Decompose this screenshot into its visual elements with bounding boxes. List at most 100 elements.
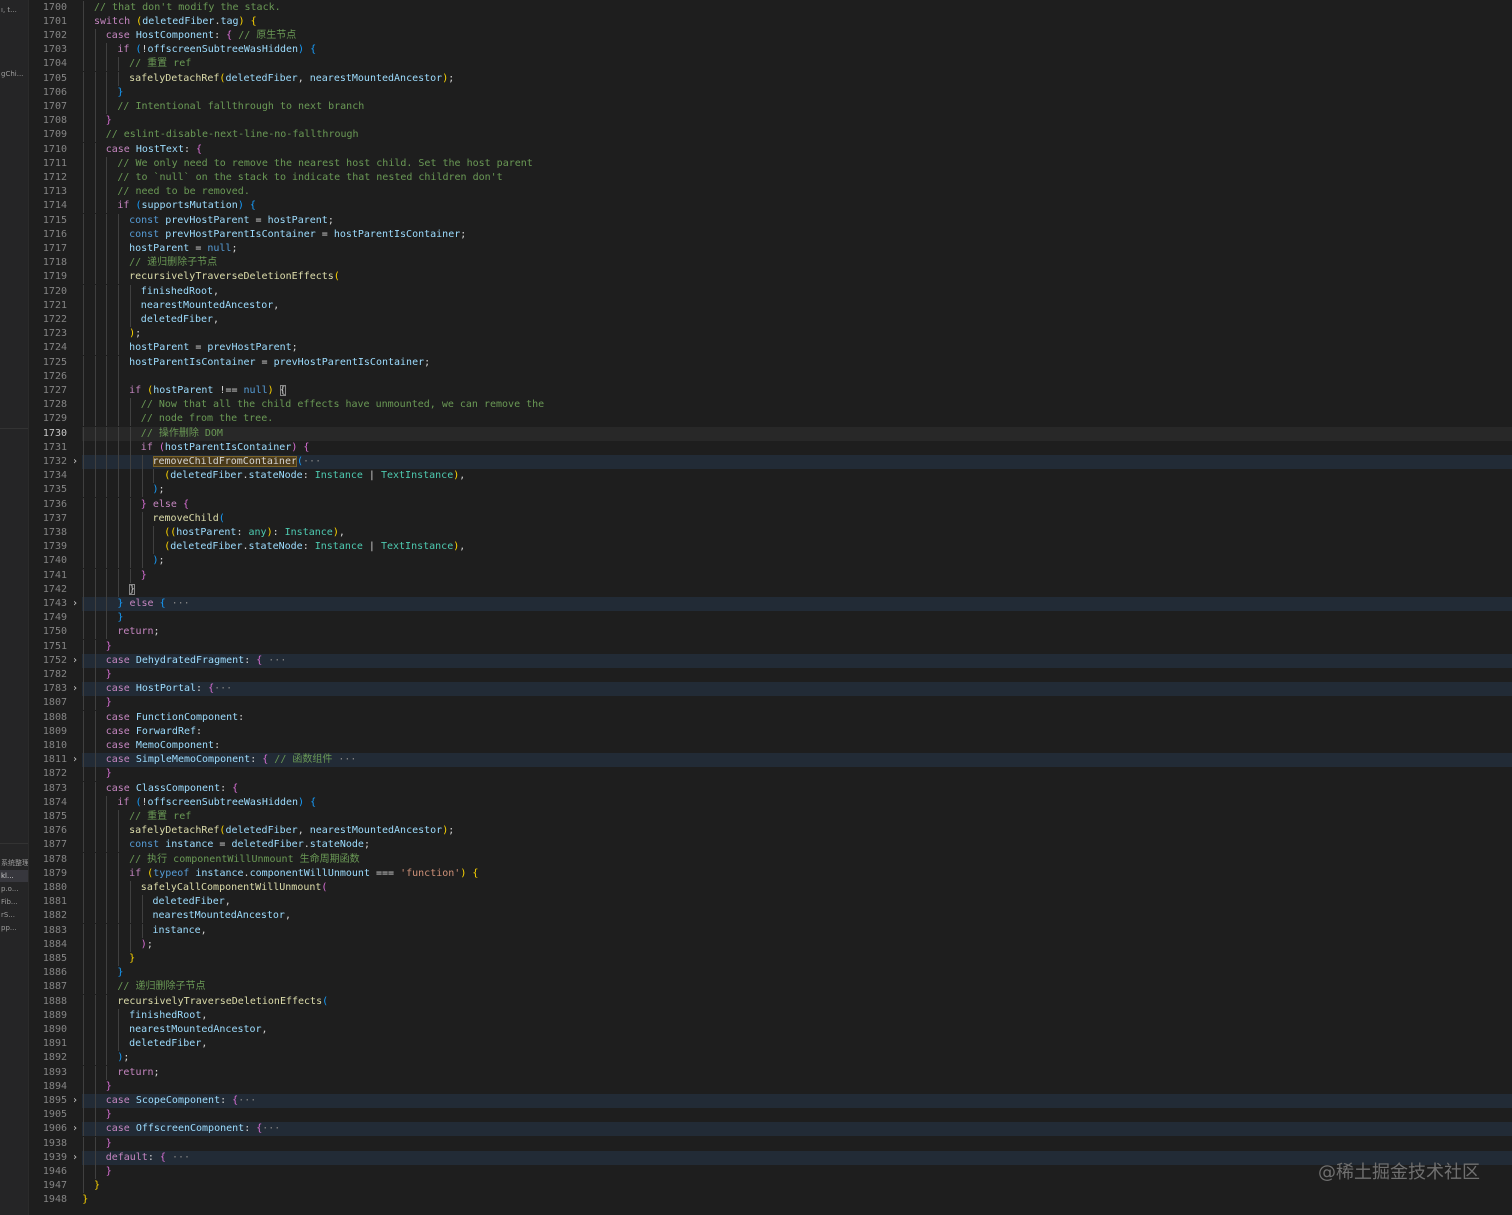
code-line[interactable]: finishedRoot, xyxy=(82,1008,1512,1023)
fold-chevron-icon[interactable]: › xyxy=(72,455,78,469)
code-line[interactable]: // 重置 ref xyxy=(82,809,1512,825)
code-line[interactable]: case HostComponent: { // 原生节点 xyxy=(82,28,1512,44)
code-line[interactable]: deletedFiber, xyxy=(82,312,1512,328)
code-line[interactable]: return; xyxy=(82,625,1512,640)
code-line[interactable]: // Intentional fallthrough to next branc… xyxy=(82,99,1512,115)
fold-chevron-icon[interactable]: › xyxy=(72,753,78,767)
code-line[interactable]: ); xyxy=(82,327,1512,342)
code-line[interactable]: } xyxy=(82,1179,1512,1194)
fold-chevron-icon[interactable]: › xyxy=(72,682,78,696)
code-line[interactable]: deletedFiber, xyxy=(82,895,1512,910)
code-line[interactable]: hostParent = prevHostParent; xyxy=(82,341,1512,356)
code-line[interactable]: nearestMountedAncestor, xyxy=(82,298,1512,313)
folded-code-line[interactable]: removeChildFromContainer(··· xyxy=(82,454,1512,470)
code-line[interactable]: recursivelyTraverseDeletionEffects( xyxy=(82,270,1512,285)
code-line[interactable]: safelyCallComponentWillUnmount( xyxy=(82,880,1512,896)
folded-code-line[interactable]: case DehydratedFragment: { ··· xyxy=(82,653,1512,668)
code-line[interactable]: recursivelyTraverseDeletionEffects( xyxy=(82,994,1512,1009)
code-line[interactable]: hostParent = null; xyxy=(82,241,1512,257)
code-area[interactable]: // that don't modify the stack. switch (d… xyxy=(82,0,1512,1215)
code-line[interactable]: if (supportsMutation) { xyxy=(82,199,1512,214)
code-line[interactable]: // 重置 ref xyxy=(82,57,1512,72)
folded-code-line[interactable]: default: { ··· xyxy=(82,1150,1512,1165)
code-line[interactable]: } xyxy=(82,639,1512,654)
code-line[interactable]: if (hostParentIsContainer) { xyxy=(82,440,1512,455)
code-line[interactable]: const prevHostParentIsContainer = hostPa… xyxy=(82,227,1512,242)
code-line[interactable]: // node from the tree. xyxy=(82,412,1512,427)
sidebar-item[interactable]: kl... xyxy=(0,870,28,882)
code-line[interactable]: if (typeof instance.componentWillUnmount… xyxy=(82,866,1512,881)
code-line[interactable]: const prevHostParent = hostParent; xyxy=(82,213,1512,228)
code-line[interactable]: if (hostParent !== null) { xyxy=(82,383,1512,399)
code-line[interactable]: // eslint-disable-next-line-no-fallthrou… xyxy=(82,128,1512,143)
code-line[interactable]: ); xyxy=(82,483,1512,498)
folded-code-line[interactable]: case HostPortal: {··· xyxy=(82,682,1512,697)
code-line[interactable]: ); xyxy=(82,937,1512,952)
code-line[interactable]: } xyxy=(82,1079,1512,1094)
code-line[interactable]: } xyxy=(82,966,1512,981)
sidebar-item[interactable]: p.o... xyxy=(0,883,28,895)
code-line[interactable]: } xyxy=(82,611,1512,626)
code-line[interactable]: finishedRoot, xyxy=(82,284,1512,299)
sidebar-item[interactable]: rS... xyxy=(0,909,28,921)
folded-code-line[interactable]: case OffscreenComponent: {··· xyxy=(82,1122,1512,1137)
code-line[interactable]: case ForwardRef: xyxy=(82,724,1512,739)
code-line[interactable]: // 递归删除子节点 xyxy=(82,256,1512,271)
code-line[interactable]: const instance = deletedFiber.stateNode; xyxy=(82,838,1512,853)
code-line[interactable]: (deletedFiber.stateNode: Instance | Text… xyxy=(82,469,1512,484)
code-line[interactable]: // need to be removed. xyxy=(82,185,1512,200)
fold-chevron-icon[interactable]: › xyxy=(72,597,78,611)
code-line[interactable]: // that don't modify the stack. xyxy=(82,0,1512,15)
code-line[interactable]: } xyxy=(82,667,1512,683)
code-line[interactable]: if (!offscreenSubtreeWasHidden) { xyxy=(82,43,1512,58)
code-line[interactable]: case ClassComponent: { xyxy=(82,781,1512,796)
code-line[interactable] xyxy=(82,369,1512,384)
code-line[interactable]: // 操作删除 DOM xyxy=(82,426,1512,441)
code-line[interactable]: } xyxy=(82,1164,1512,1180)
fold-chevron-icon[interactable]: › xyxy=(72,654,78,668)
code-line[interactable]: } xyxy=(82,696,1512,711)
fold-chevron-icon[interactable]: › xyxy=(72,1094,78,1108)
code-line[interactable]: } xyxy=(82,85,1512,100)
sidebar-item[interactable]: ı, t... xyxy=(0,4,28,16)
code-line[interactable]: } xyxy=(82,1136,1512,1151)
sidebar-item[interactable]: gChi... xyxy=(0,68,28,80)
code-line[interactable]: switch (deletedFiber.tag) { xyxy=(82,14,1512,29)
code-line[interactable]: } xyxy=(82,582,1512,597)
sidebar-item[interactable]: 系统整理 xyxy=(0,857,28,869)
fold-chevron-icon[interactable]: › xyxy=(72,1151,78,1165)
code-line[interactable]: deletedFiber, xyxy=(82,1037,1512,1052)
code-line[interactable]: } else { xyxy=(82,497,1512,512)
code-line[interactable]: return; xyxy=(82,1065,1512,1080)
code-line[interactable]: ); xyxy=(82,1051,1512,1066)
code-line[interactable]: case FunctionComponent: xyxy=(82,710,1512,725)
code-line[interactable]: if (!offscreenSubtreeWasHidden) { xyxy=(82,795,1512,810)
code-line[interactable]: // We only need to remove the nearest ho… xyxy=(82,156,1512,171)
code-line[interactable]: } xyxy=(82,1193,1512,1207)
code-line[interactable]: } xyxy=(82,951,1512,967)
folded-code-line[interactable]: case SimpleMemoComponent: { // 函数组件 ··· xyxy=(82,753,1512,768)
code-line[interactable]: nearestMountedAncestor, xyxy=(82,1022,1512,1038)
code-line[interactable]: } xyxy=(82,767,1512,782)
folded-code-line[interactable]: case ScopeComponent: {··· xyxy=(82,1093,1512,1109)
code-line[interactable]: ((hostParent: any): Instance), xyxy=(82,525,1512,541)
code-line[interactable]: } xyxy=(82,568,1512,583)
code-line[interactable]: case MemoComponent: xyxy=(82,738,1512,754)
code-line[interactable]: instance, xyxy=(82,923,1512,938)
sidebar-item[interactable]: pp... xyxy=(0,922,28,934)
code-line[interactable]: // Now that all the child effects have u… xyxy=(82,398,1512,413)
code-line[interactable]: ); xyxy=(82,554,1512,569)
code-line[interactable]: safelyDetachRef(deletedFiber, nearestMou… xyxy=(82,71,1512,86)
sidebar-item[interactable]: Fib... xyxy=(0,896,28,908)
code-line[interactable]: // 递归删除子节点 xyxy=(82,980,1512,995)
code-line[interactable]: // to `null` on the stack to indicate th… xyxy=(82,170,1512,186)
code-line[interactable]: safelyDetachRef(deletedFiber, nearestMou… xyxy=(82,824,1512,839)
code-line[interactable]: } xyxy=(82,1108,1512,1123)
fold-chevron-icon[interactable]: › xyxy=(72,1122,78,1136)
code-line[interactable]: // 执行 componentWillUnmount 生命周期函数 xyxy=(82,852,1512,867)
code-line[interactable]: case HostText: { xyxy=(82,142,1512,157)
code-line[interactable]: } xyxy=(82,114,1512,129)
code-line[interactable]: nearestMountedAncestor, xyxy=(82,909,1512,924)
code-line[interactable]: hostParentIsContainer = prevHostParentIs… xyxy=(82,355,1512,370)
code-line[interactable]: (deletedFiber.stateNode: Instance | Text… xyxy=(82,540,1512,555)
